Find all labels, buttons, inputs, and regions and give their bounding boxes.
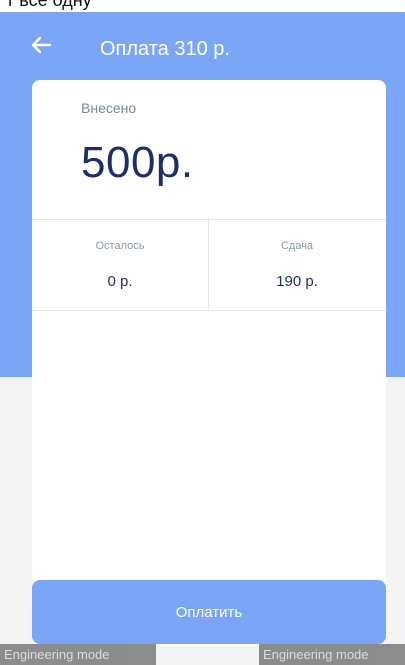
- engineering-mode-badge-left: Engineering mode: [0, 644, 156, 665]
- engineering-mode-badge-right: Engineering mode: [259, 644, 405, 665]
- change-label: Сдача: [280, 240, 314, 252]
- arrow-left-icon: [31, 36, 52, 54]
- pay-button[interactable]: Оплатить: [32, 580, 386, 644]
- deposited-amount: 500р.: [81, 138, 194, 187]
- divider: [32, 310, 386, 311]
- pay-button-label: Оплатить: [175, 604, 243, 621]
- status-bar: т все одну: [0, 0, 405, 12]
- page-title: Оплата 310 р.: [100, 38, 230, 60]
- change-amount: 190 р.: [276, 273, 318, 290]
- back-button[interactable]: [28, 33, 56, 57]
- payment-card: Внесено 500р. Осталось 0 р. Сдача 190 р.: [32, 80, 386, 646]
- divider: [32, 219, 386, 220]
- remaining-label: Осталось: [95, 240, 145, 252]
- deposited-label: Внесено: [81, 100, 137, 116]
- remaining-amount: 0 р.: [107, 273, 133, 290]
- divider-vertical: [208, 220, 209, 310]
- status-bar-text: т все одну: [6, 0, 92, 10]
